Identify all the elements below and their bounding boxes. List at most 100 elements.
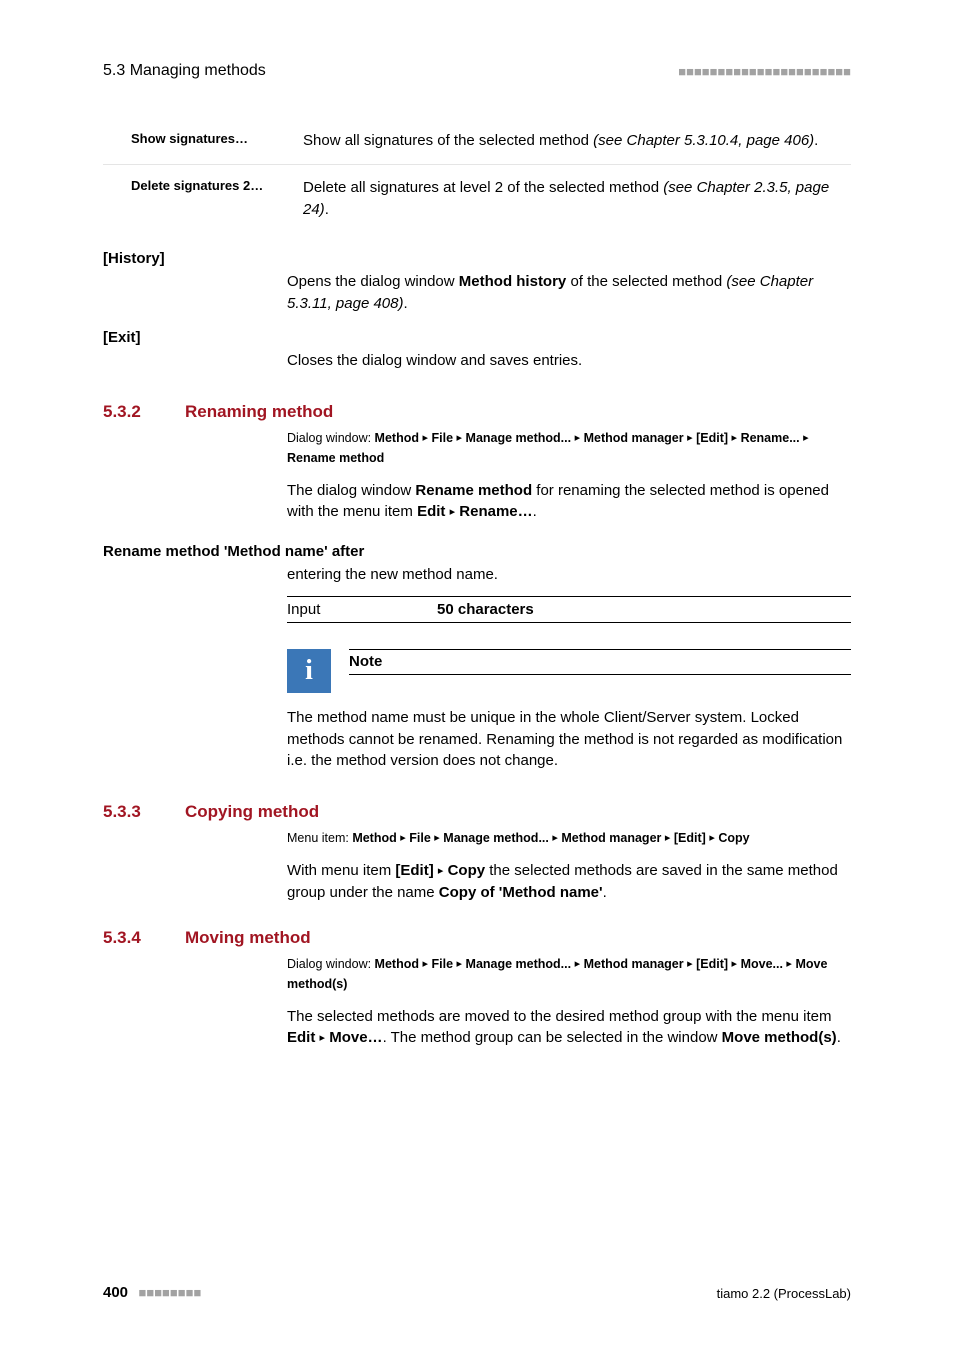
chevron-right-icon: ▸ — [422, 958, 428, 970]
text: . — [603, 884, 607, 901]
chevron-right-icon: ▸ — [575, 958, 581, 970]
crumb: Method manager — [561, 831, 661, 845]
window-name: Move method(s) — [722, 1029, 837, 1046]
text: Opens the dialog window — [287, 273, 459, 290]
section-title: Copying method — [185, 802, 319, 822]
note-title: Note — [349, 653, 382, 670]
exit-body: Closes the dialog window and saves entri… — [287, 350, 851, 372]
text: . — [837, 1029, 841, 1046]
chevron-right-icon: ▸ — [438, 865, 444, 877]
text: of the selected method — [566, 273, 726, 290]
header-section: 5.3 Managing methods — [103, 62, 266, 80]
history-body: Opens the dialog window Method history o… — [287, 271, 851, 315]
breadcrumb: Dialog window: Method ▸ File ▸ Manage me… — [287, 954, 851, 994]
text: Delete all signatures at level 2 of the … — [303, 179, 663, 196]
crumb: Manage method... — [443, 831, 549, 845]
desc-show-signatures: Show all signatures of the selected meth… — [287, 118, 851, 164]
section-title: Renaming method — [185, 402, 333, 422]
history-label: [History] — [103, 250, 851, 267]
chevron-right-icon: ▸ — [320, 1032, 326, 1044]
menu-name: Copy — [448, 862, 486, 879]
section-number: 5.3.4 — [103, 928, 157, 948]
page-header: 5.3 Managing methods ■■■■■■■■■■■■■■■■■■■… — [103, 62, 851, 80]
crumb: Method manager — [584, 431, 684, 445]
section-title: Moving method — [185, 928, 311, 948]
note-body: The method name must be unique in the wh… — [287, 707, 851, 772]
definition-table: Show signatures… Show all signatures of … — [103, 118, 851, 232]
section-heading-534: 5.3.4 Moving method — [103, 928, 851, 948]
chevron-right-icon: ▸ — [803, 432, 809, 444]
chevron-right-icon: ▸ — [687, 432, 693, 444]
crumb: Method manager — [584, 957, 684, 971]
chevron-right-icon: ▸ — [575, 432, 581, 444]
chevron-right-icon: ▸ — [434, 832, 440, 844]
menu-name: Edit — [287, 1029, 315, 1046]
crumb: Rename method — [287, 451, 384, 465]
crumb: Manage method... — [466, 431, 572, 445]
text: With menu item — [287, 862, 395, 879]
menu-name: Rename… — [459, 503, 532, 520]
chevron-right-icon: ▸ — [665, 832, 671, 844]
sub-body: entering the new method name. — [287, 564, 851, 586]
sub-heading: Rename method 'Method name' after — [103, 543, 851, 560]
page-number: 400 — [103, 1284, 128, 1301]
chevron-right-icon: ▸ — [400, 832, 406, 844]
crumb: Method — [352, 831, 396, 845]
chevron-right-icon: ▸ — [687, 958, 693, 970]
crumb: Manage method... — [466, 957, 572, 971]
text: The selected methods are moved to the de… — [287, 1008, 831, 1025]
table-row: Delete signatures 2… Delete all signatur… — [103, 164, 851, 232]
header-decoration: ■■■■■■■■■■■■■■■■■■■■■■ — [678, 64, 851, 79]
term-show-signatures: Show signatures… — [103, 118, 287, 164]
page-footer: 400 ■■■■■■■■ tiamo 2.2 (ProcessLab) — [103, 1284, 851, 1302]
chevron-right-icon: ▸ — [786, 958, 792, 970]
text: . — [814, 132, 818, 149]
crumb: [Edit] — [674, 831, 706, 845]
footer-product: tiamo 2.2 (ProcessLab) — [717, 1286, 851, 1301]
chevron-right-icon: ▸ — [732, 958, 738, 970]
menu-name: Move… — [329, 1029, 382, 1046]
breadcrumb: Dialog window: Method ▸ File ▸ Manage me… — [287, 428, 851, 468]
chevron-right-icon: ▸ — [450, 506, 456, 518]
chevron-right-icon: ▸ — [422, 432, 428, 444]
table-row: Show signatures… Show all signatures of … — [103, 118, 851, 164]
crumb: [Edit] — [696, 431, 728, 445]
crumb: Move... — [741, 957, 783, 971]
crumb: File — [431, 957, 453, 971]
text: The dialog window — [287, 482, 415, 499]
chevron-right-icon: ▸ — [552, 832, 558, 844]
chevron-right-icon: ▸ — [457, 432, 463, 444]
crumb: Rename... — [741, 431, 800, 445]
crumb: [Edit] — [696, 957, 728, 971]
term-delete-signatures: Delete signatures 2… — [103, 164, 287, 232]
text: . — [325, 201, 329, 218]
input-label: Input — [287, 601, 437, 618]
crumb: Copy — [718, 831, 749, 845]
dialog-name: Rename method — [415, 482, 532, 499]
text: . — [403, 295, 407, 312]
crumb: Method — [375, 957, 419, 971]
breadcrumb: Menu item: Method ▸ File ▸ Manage method… — [287, 828, 851, 848]
chevron-right-icon: ▸ — [709, 832, 715, 844]
text: Menu item: — [287, 831, 352, 845]
section-body: With menu item [Edit] ▸ Copy the selecte… — [287, 860, 851, 904]
info-glyph: i — [305, 655, 313, 687]
section-number: 5.3.2 — [103, 402, 157, 422]
input-value: 50 characters — [437, 601, 534, 618]
section-heading-533: 5.3.3 Copying method — [103, 802, 851, 822]
note-block: i Note — [287, 649, 851, 693]
text: Show all signatures of the selected meth… — [303, 132, 593, 149]
section-number: 5.3.3 — [103, 802, 157, 822]
menu-name: [Edit] — [395, 862, 433, 879]
menu-name: Edit — [417, 503, 445, 520]
dialog-name: Method history — [459, 273, 567, 290]
chevron-right-icon: ▸ — [732, 432, 738, 444]
footer-decoration: ■■■■■■■■ — [138, 1285, 201, 1300]
text: . The method group can be selected in th… — [383, 1029, 722, 1046]
text: Dialog window: — [287, 957, 375, 971]
section-body: The dialog window Rename method for rena… — [287, 480, 851, 524]
desc-delete-signatures: Delete all signatures at level 2 of the … — [287, 164, 851, 232]
crumb: File — [431, 431, 453, 445]
exit-label: [Exit] — [103, 329, 851, 346]
text: . — [533, 503, 537, 520]
